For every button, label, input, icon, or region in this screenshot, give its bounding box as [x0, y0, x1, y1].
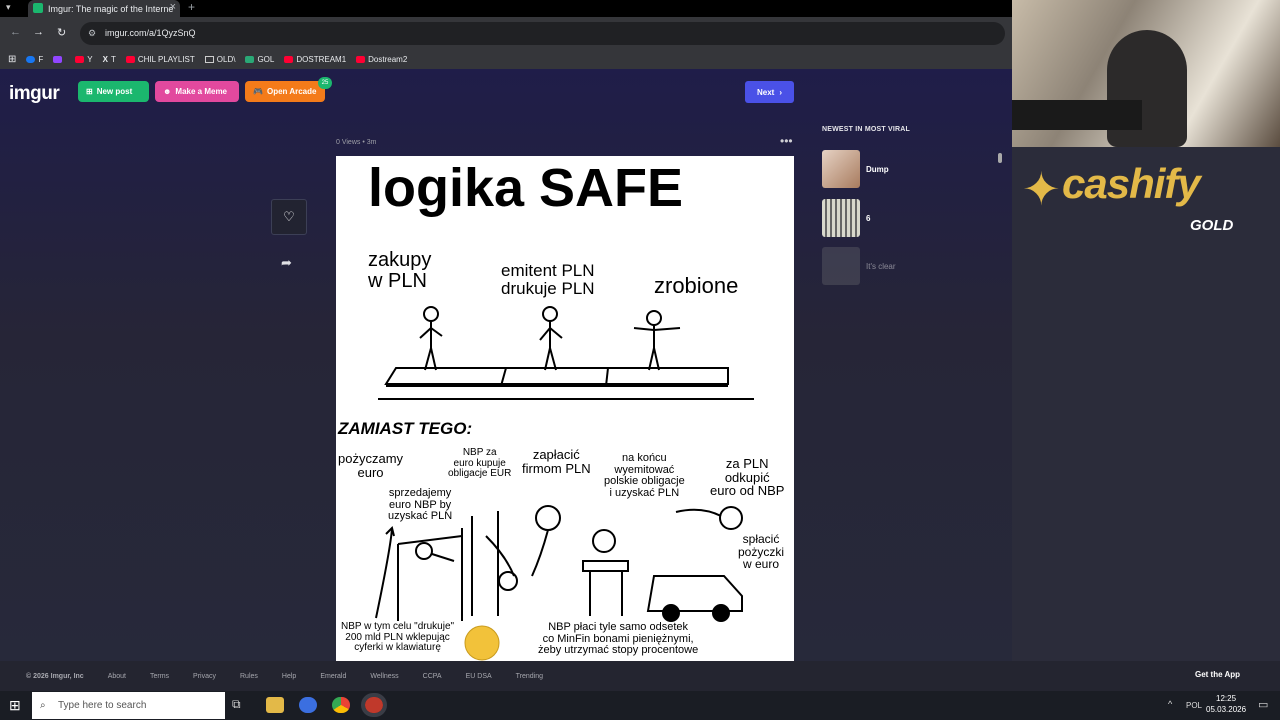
favorite-button[interactable]: ♡ — [271, 199, 307, 235]
search-icon: ⌕ — [40, 700, 46, 711]
footer-link-trending[interactable]: Trending — [516, 673, 543, 680]
bookmark-folder-old[interactable]: OLD\ — [204, 55, 235, 64]
clock-time: 12:25 — [1216, 694, 1237, 703]
imgur-favicon-icon — [33, 3, 43, 13]
meme-label-splacic: spłacić pożyczki w euro — [738, 532, 785, 572]
bookmark-youtube-y[interactable]: Y — [75, 55, 93, 64]
task-view-icon[interactable]: ⧉ — [232, 697, 250, 713]
footer-link-rules[interactable]: Rules — [240, 673, 258, 680]
plus-icon: ⊞ — [86, 87, 93, 96]
post-thumbnail — [822, 247, 860, 285]
heart-icon: ♡ — [283, 209, 295, 224]
meme-label-na-koncu: na końcu wyemitować polskie obligacje i … — [604, 452, 685, 499]
meme-drawings — [375, 306, 754, 661]
taskbar-search-input[interactable]: ⌕ Type here to search — [32, 692, 225, 719]
language-indicator[interactable]: POL — [1186, 701, 1202, 710]
footer-link-privacy[interactable]: Privacy — [193, 673, 216, 680]
footer-link-about[interactable]: About — [108, 673, 126, 680]
sidebar-post-item[interactable]: Dump — [822, 149, 1004, 189]
bookmark-twitch[interactable] — [53, 55, 65, 63]
get-app-link[interactable]: Get the App — [1195, 670, 1240, 679]
meme-icon: ☻ — [163, 87, 172, 96]
sidebar-post-item[interactable]: It's clear — [822, 246, 1004, 286]
share-icon[interactable]: ➦ — [281, 255, 292, 271]
tab-title: Imgur: The magic of the Interne — [48, 3, 174, 14]
gamepad-icon: 🎮 — [253, 87, 263, 96]
bookmark-facebook[interactable]: F — [26, 55, 43, 64]
cashify-star-icon: ✦ — [1022, 163, 1061, 215]
open-arcade-button[interactable]: 🎮 Open Arcade — [245, 81, 325, 102]
next-post-button[interactable]: Next › — [745, 81, 794, 103]
post-thumbnail — [822, 199, 860, 237]
bookmarks-bar: ⊞ F Y XT CHIL PLAYLIST OLD\ GOL DOSTREAM… — [0, 49, 1012, 69]
meme-label-sprzedajemy: sprzedajemy euro NBP by uzyskać PLN — [388, 487, 453, 523]
meme-label-za-pln: za PLN odkupić euro od NBP — [710, 456, 785, 499]
stream-overlay-panel — [1012, 147, 1280, 661]
tab-search-icon[interactable]: ▾ — [6, 2, 11, 13]
post-meta: 0 Views • 3m — [336, 139, 377, 146]
meme-label-zaplacic: zapłacić firmom PLN — [522, 447, 591, 476]
url-text: imgur.com/a/1QyzSnQ — [105, 28, 196, 38]
footer-link-help[interactable]: Help — [282, 673, 296, 680]
taskbar-clock[interactable]: 12:25 05.03.2026 — [1206, 693, 1246, 715]
bookmark-chil-playlist[interactable]: CHIL PLAYLIST — [125, 55, 195, 64]
sidebar-heading: NEWEST IN MOST VIRAL — [822, 126, 910, 133]
meme-label-nbp-placi: NBP płaci tyle samo odsetek co MinFin bo… — [538, 621, 699, 657]
imgur-logo[interactable]: imgur — [9, 83, 60, 105]
obs-icon[interactable] — [361, 693, 387, 717]
more-options-icon[interactable]: ••• — [780, 134, 793, 148]
arcade-badge: 25 — [318, 77, 332, 89]
footer-copyright: © 2026 Imgur, Inc — [26, 672, 84, 680]
back-icon[interactable]: ← — [10, 26, 21, 38]
page-footer: © 2026 Imgur, Inc About Terms Privacy Ru… — [0, 661, 1280, 691]
bookmark-dostream1[interactable]: DOSTREAM1 — [284, 55, 346, 64]
webcam-overlay — [1012, 0, 1280, 147]
footer-link-eu-dsa[interactable]: EU DSA — [466, 673, 492, 680]
footer-link-emerald[interactable]: Emerald — [320, 673, 346, 680]
close-tab-icon[interactable]: × — [170, 1, 176, 13]
microphone-arm — [1012, 100, 1142, 130]
bookmark-gol[interactable]: GOL — [245, 55, 274, 64]
meme-label-nbp-drukuje: NBP w tym celu "drukuje" 200 mld PLN wkl… — [341, 621, 455, 653]
bookmark-dostream2[interactable]: Dostream2 — [356, 55, 407, 64]
new-post-button[interactable]: ⊞ New post — [78, 81, 149, 102]
clock-date: 05.03.2026 — [1206, 705, 1247, 714]
apps-icon[interactable]: ⊞ — [8, 54, 16, 65]
chevron-right-icon: › — [779, 87, 782, 97]
sidebar-post-item[interactable]: 6 — [822, 198, 1004, 238]
cashify-logo: cashify — [1062, 160, 1201, 207]
windows-start-icon[interactable]: ⊞ — [9, 697, 21, 714]
address-bar[interactable]: ⚙ imgur.com/a/1QyzSnQ — [80, 22, 1005, 45]
cashify-gold-label: GOLD — [1190, 217, 1234, 234]
footer-link-wellness[interactable]: Wellness — [370, 673, 398, 680]
post-thumbnail — [822, 150, 860, 188]
post-image: logika SAFE zakupy w PLN emitent PLN dru… — [336, 156, 794, 661]
tray-chevron-icon[interactable]: ^ — [1168, 699, 1172, 709]
footer-link-ccpa[interactable]: CCPA — [423, 673, 442, 680]
site-info-icon[interactable]: ⚙ — [88, 22, 96, 45]
meme-label-zamiast: ZAMIAST TEGO: — [338, 419, 473, 438]
app-icon[interactable] — [299, 697, 317, 713]
make-meme-button[interactable]: ☻ Make a Meme — [155, 81, 239, 102]
notifications-icon[interactable]: ▭ — [1258, 698, 1268, 711]
scrollbar-thumb[interactable] — [998, 153, 1002, 163]
footer-link-terms[interactable]: Terms — [150, 673, 169, 680]
chrome-icon[interactable] — [332, 697, 350, 713]
meme-label-nbp-za: NBP za euro kupuje obligacje EUR — [448, 447, 512, 479]
forward-icon[interactable]: → — [33, 26, 44, 38]
sidebar-post-title: It's clear — [866, 261, 896, 271]
reload-icon[interactable]: ↻ — [57, 26, 66, 39]
sidebar-post-title: 6 — [866, 213, 871, 223]
new-tab-icon[interactable]: + — [188, 0, 195, 14]
browser-tab[interactable]: Imgur: The magic of the Interne × — [28, 0, 180, 17]
bookmark-x[interactable]: XT — [103, 55, 116, 64]
file-explorer-icon[interactable] — [266, 697, 284, 713]
meme-label-pozyczamy: pożyczamy euro — [338, 451, 404, 480]
sidebar-post-title: Dump — [866, 164, 889, 174]
